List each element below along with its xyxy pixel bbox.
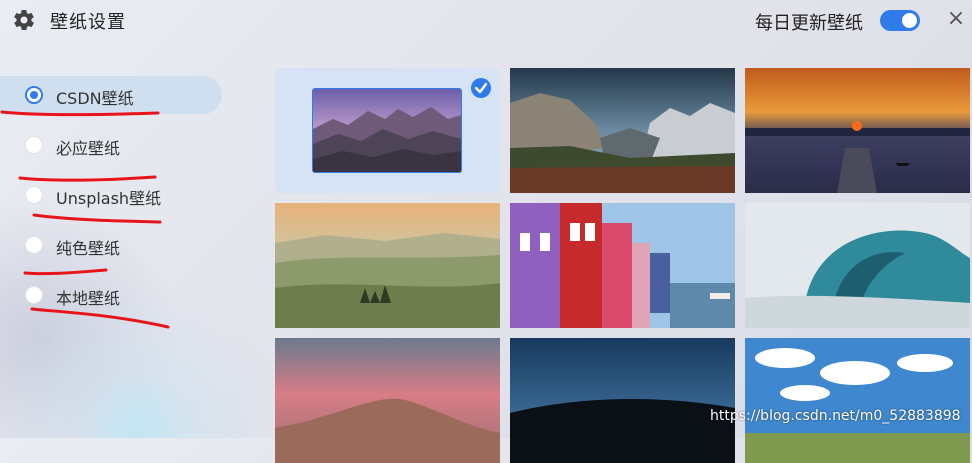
dusk-silhouette-image [510, 338, 735, 463]
wallpaper-thumb[interactable] [510, 203, 735, 328]
source-option-solid[interactable]: 纯色壁纸 [0, 226, 222, 264]
red-underline-annotations [0, 110, 170, 329]
check-icon [471, 78, 491, 98]
page-title: 壁纸设置 [50, 12, 126, 33]
close-icon[interactable]: × [946, 8, 966, 30]
radio-icon[interactable] [25, 136, 43, 154]
source-option-label: CSDN壁纸 [56, 89, 134, 108]
source-option-label: 必应壁纸 [56, 139, 121, 158]
mountain-image [313, 89, 461, 172]
header: 壁纸设置 每日更新壁纸 × [0, 0, 972, 44]
wallpaper-thumb[interactable] [745, 338, 970, 463]
wallpaper-thumb[interactable] [275, 338, 500, 463]
wallpaper-thumb-selected[interactable] [275, 68, 500, 193]
radio-checked-icon[interactable] [25, 86, 43, 104]
radio-icon[interactable] [25, 236, 43, 254]
source-option-label: Unsplash壁纸 [56, 189, 162, 208]
misty-hills-image [275, 203, 500, 328]
wallpaper-thumb[interactable] [745, 68, 970, 193]
pink-sky-hill-image [275, 338, 500, 463]
valley-image [510, 68, 735, 193]
wallpaper-image [312, 88, 462, 173]
toggle-knob [902, 13, 917, 28]
wallpaper-thumb[interactable] [510, 68, 735, 193]
daily-update-label: 每日更新壁纸 [755, 13, 863, 34]
wallpaper-thumb[interactable] [275, 203, 500, 328]
wallpaper-thumb[interactable] [745, 203, 970, 328]
canal-houses-image [510, 203, 735, 328]
watermark-text: https://blog.csdn.net/m0_52883898 [710, 408, 961, 424]
ocean-wave-image [745, 203, 970, 328]
radio-icon[interactable] [25, 286, 43, 304]
sunset-lake-image [745, 68, 970, 193]
source-option-unsplash[interactable]: Unsplash壁纸 [0, 176, 222, 214]
source-option-local[interactable]: 本地壁纸 [0, 276, 222, 314]
gear-icon [14, 9, 34, 31]
source-option-csdn[interactable]: CSDN壁纸 [0, 76, 222, 114]
radio-icon[interactable] [25, 186, 43, 204]
source-option-bing[interactable]: 必应壁纸 [0, 126, 222, 164]
daily-update-toggle[interactable] [880, 10, 920, 31]
source-option-label: 本地壁纸 [56, 289, 121, 308]
source-option-label: 纯色壁纸 [56, 239, 121, 258]
wallpaper-thumb[interactable] [510, 338, 735, 463]
blue-sky-clouds-image [745, 338, 970, 463]
